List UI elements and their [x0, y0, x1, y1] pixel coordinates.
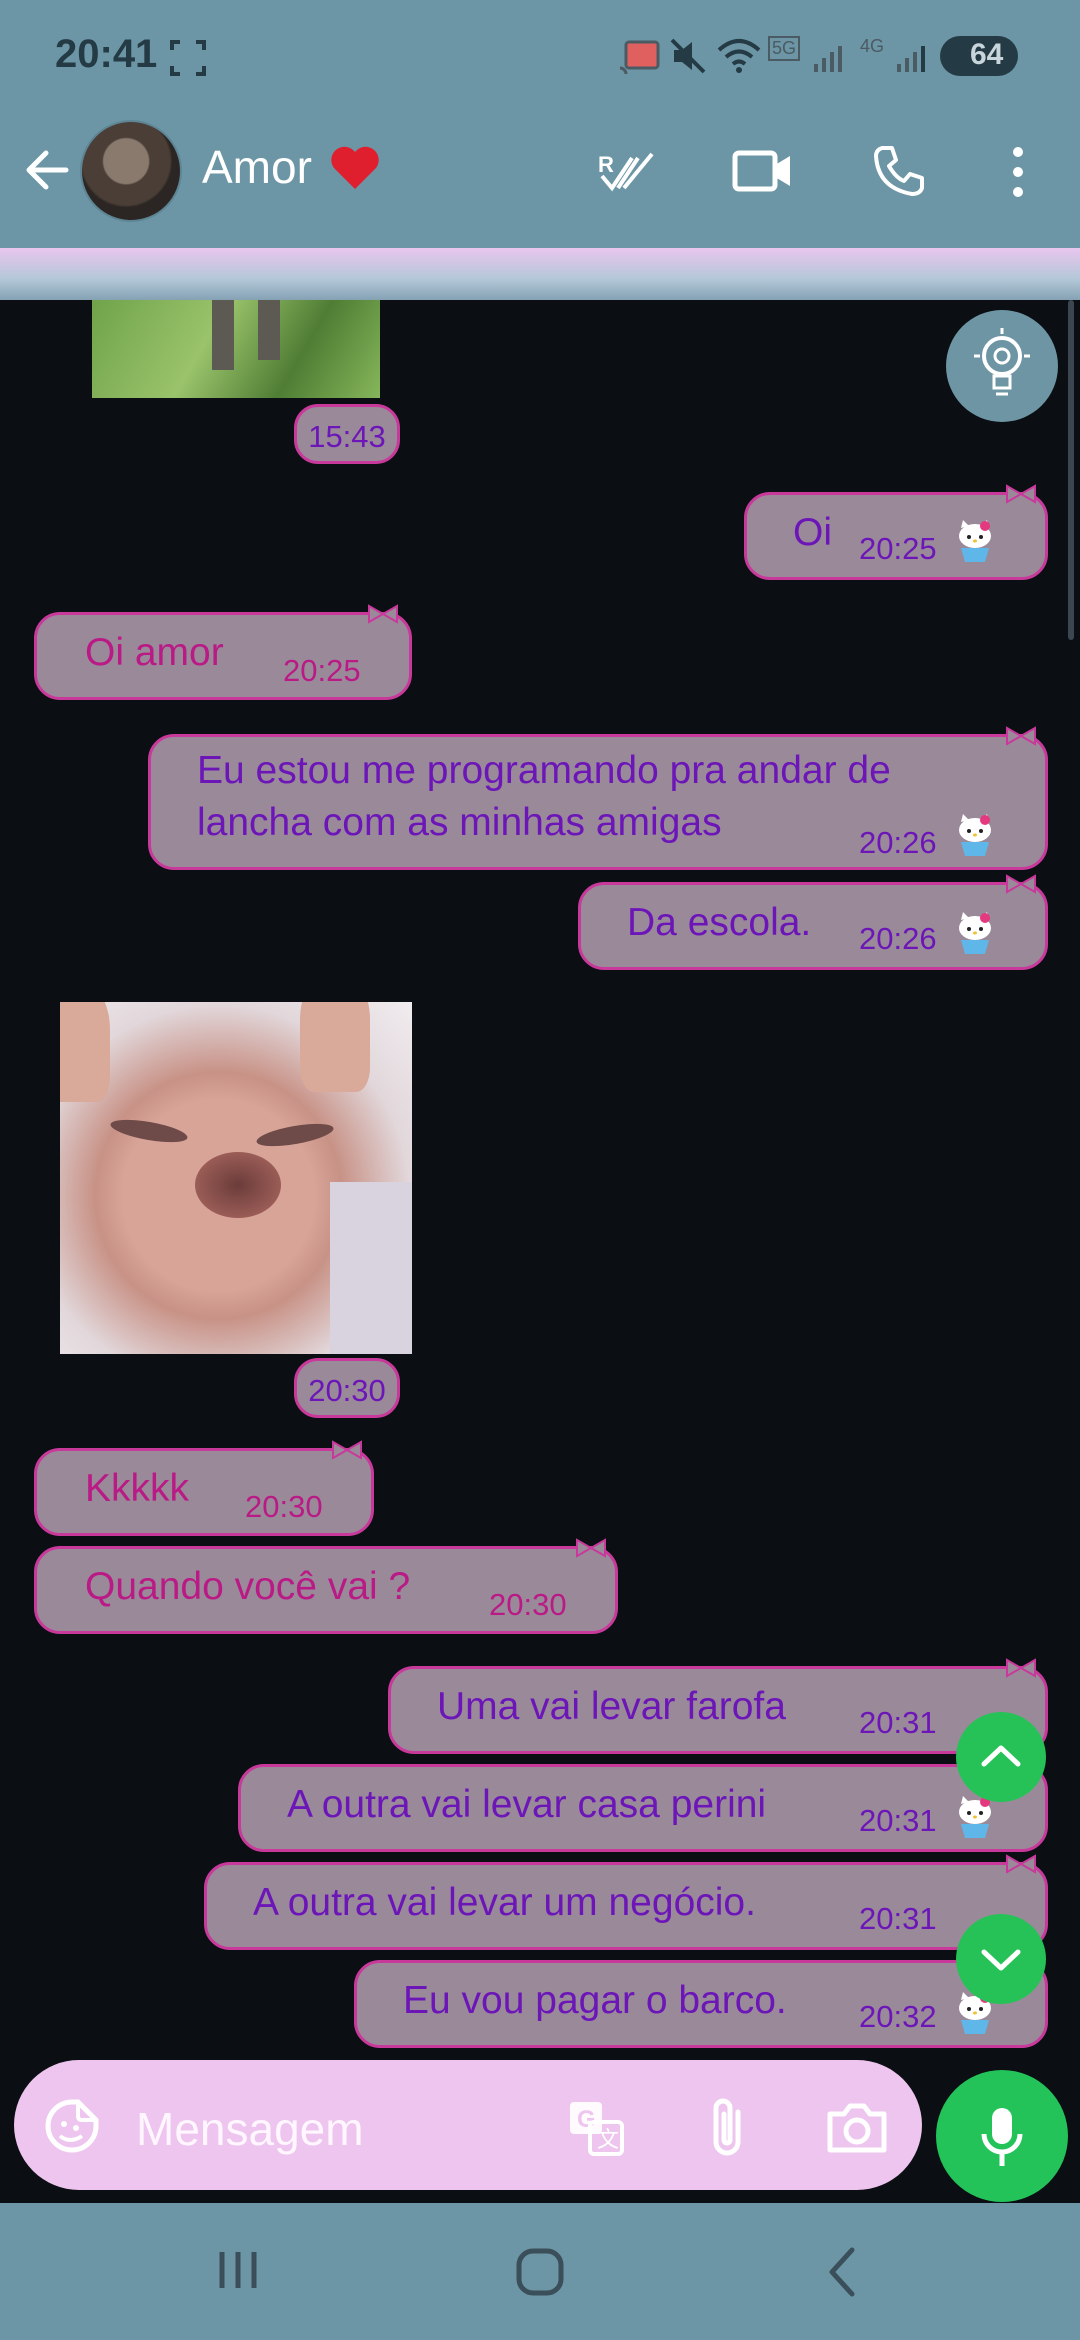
- network-5g-label: 5G: [768, 36, 801, 61]
- message-time: 20:26: [859, 825, 937, 860]
- screenshot-icon: [170, 40, 206, 76]
- message-bubble-outgoing[interactable]: Oi 20:25: [744, 492, 1048, 580]
- video-call-icon[interactable]: [732, 148, 794, 194]
- chevron-down-icon: [981, 1949, 1021, 1971]
- hello-kitty-status-icon: [959, 520, 991, 562]
- message-text-line2: lancha com as minhas amigas: [197, 801, 722, 844]
- message-bubble-outgoing[interactable]: A outra vai levar um negócio. 20:31: [204, 1862, 1048, 1950]
- message-text: Oi amor: [85, 631, 224, 674]
- message-input[interactable]: Mensagem: [136, 2102, 364, 2156]
- bow-decoration-icon: [576, 1538, 606, 1558]
- translate-icon[interactable]: G文: [566, 2098, 626, 2158]
- message-time: 20:30: [308, 1373, 386, 1408]
- bow-decoration-icon: [332, 1440, 362, 1460]
- message-time: 20:26: [859, 921, 937, 956]
- photo-message[interactable]: [92, 300, 380, 398]
- message-text: Eu vou pagar o barco.: [403, 1979, 787, 2022]
- sticker-icon[interactable]: [44, 2098, 100, 2154]
- scrollbar[interactable]: [1068, 300, 1074, 640]
- mute-icon: [670, 38, 706, 74]
- bow-decoration-icon: [1006, 1854, 1036, 1874]
- message-bubble-incoming[interactable]: Oi amor 20:25: [34, 612, 412, 700]
- svg-text:文: 文: [597, 2128, 619, 2153]
- contact-name[interactable]: Amor: [202, 140, 312, 194]
- message-bubble-outgoing[interactable]: Eu estou me programando pra andar de lan…: [148, 734, 1048, 870]
- message-time: 15:43: [308, 419, 386, 454]
- more-options-icon[interactable]: [1008, 146, 1028, 198]
- sticker-time-bubble: 20:30: [294, 1358, 400, 1418]
- message-text: A outra vai levar casa perini: [287, 1783, 767, 1826]
- dog-sticker-image[interactable]: [60, 1002, 412, 1354]
- back-nav-icon[interactable]: [822, 2244, 862, 2300]
- message-time: 20:25: [283, 653, 361, 688]
- chevron-up-icon: [981, 1745, 1021, 1767]
- phone-call-icon[interactable]: [872, 144, 926, 198]
- contact-avatar[interactable]: [80, 120, 182, 222]
- lightbulb-gear-icon: [974, 328, 1030, 396]
- hello-kitty-status-icon: [959, 912, 991, 954]
- message-text: A outra vai levar um negócio.: [253, 1881, 756, 1924]
- message-time: 20:30: [489, 1587, 567, 1622]
- message-time: 20:25: [859, 531, 937, 566]
- bow-decoration-icon: [1006, 1658, 1036, 1678]
- message-text: Quando você vai ?: [85, 1565, 411, 1608]
- wifi-icon: [717, 39, 761, 73]
- svg-text:G: G: [577, 2106, 596, 2133]
- message-text-line1: Eu estou me programando pra andar de: [197, 749, 891, 792]
- battery-level: 64: [970, 38, 1004, 71]
- status-time: 20:41: [55, 32, 158, 76]
- network-4g-label: 4G: [860, 36, 885, 56]
- message-time: 20:31: [859, 1803, 937, 1838]
- message-bubble-outgoing[interactable]: Uma vai levar farofa 20:31: [388, 1666, 1048, 1754]
- recent-apps-icon[interactable]: [214, 2246, 262, 2294]
- message-time: 20:31: [859, 1705, 937, 1740]
- message-text: Da escola.: [627, 901, 812, 944]
- message-bubble-outgoing[interactable]: A outra vai levar casa perini 20:31: [238, 1764, 1048, 1852]
- message-text: Kkkkk: [85, 1467, 190, 1510]
- microphone-icon: [981, 2108, 1023, 2166]
- message-bubble-incoming[interactable]: Kkkkk 20:30: [34, 1448, 374, 1536]
- message-time: 20:32: [859, 1999, 937, 2034]
- message-bubble-incoming[interactable]: Quando você vai ? 20:30: [34, 1546, 618, 1634]
- cast-icon: [619, 40, 660, 75]
- bow-decoration-icon: [1006, 484, 1036, 504]
- image-time-bubble: 15:43: [294, 404, 400, 464]
- bow-decoration-icon: [1006, 726, 1036, 746]
- back-arrow-icon[interactable]: [22, 145, 72, 195]
- message-text: Oi: [793, 511, 832, 554]
- bow-decoration-icon: [368, 604, 398, 624]
- bow-decoration-icon: [1006, 874, 1036, 894]
- header-gradient-band: [0, 248, 1080, 300]
- camera-icon[interactable]: [826, 2100, 888, 2154]
- message-text: Uma vai levar farofa: [437, 1685, 786, 1728]
- svg-text:R: R: [598, 152, 614, 177]
- read-receipt-icon[interactable]: R: [596, 146, 656, 196]
- hello-kitty-status-icon: [959, 814, 991, 856]
- attachment-icon[interactable]: [704, 2096, 750, 2160]
- message-time: 20:31: [859, 1901, 937, 1936]
- message-bubble-outgoing[interactable]: Eu vou pagar o barco. 20:32: [354, 1960, 1048, 2048]
- home-icon[interactable]: [514, 2246, 566, 2298]
- message-time: 20:30: [245, 1489, 323, 1524]
- hello-kitty-status-icon: [959, 1796, 991, 1838]
- heart-emoji-icon: [331, 146, 379, 189]
- signal-1-icon: [814, 46, 842, 72]
- signal-2-icon: [897, 46, 925, 72]
